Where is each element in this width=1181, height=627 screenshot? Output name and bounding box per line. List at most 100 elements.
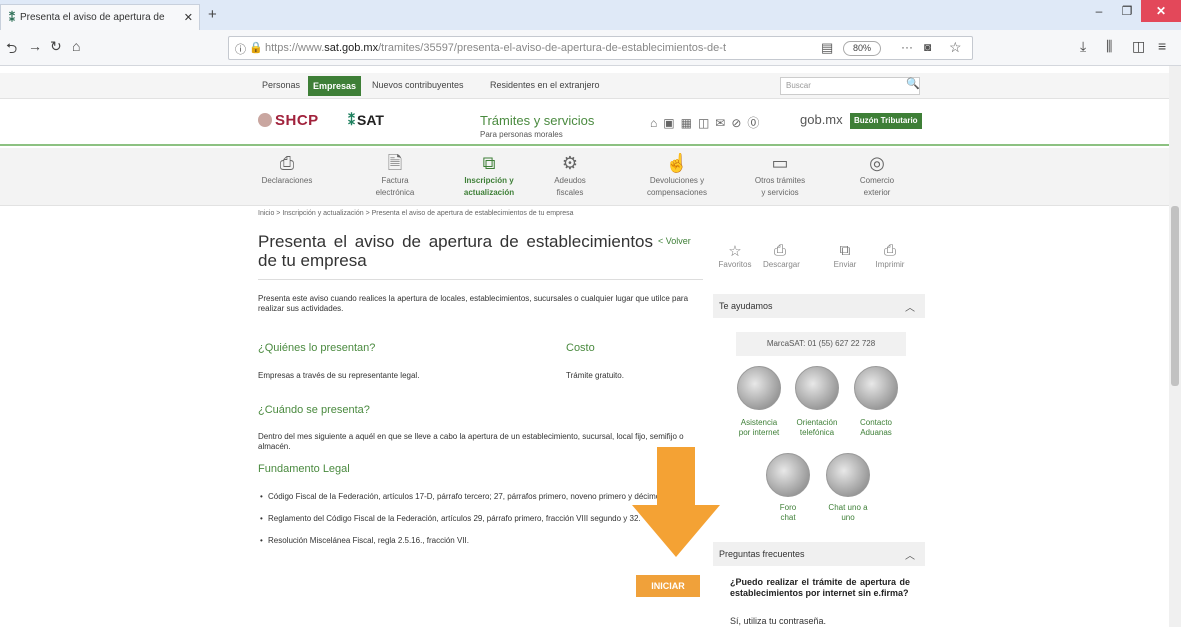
site-top-nav: Personas Empresas Nuevos contribuyentes … — [0, 73, 1181, 99]
new-tab-icon[interactable]: + — [208, 6, 217, 23]
forward-icon[interactable]: → — [28, 38, 42, 54]
star-icon: ☆ — [728, 243, 742, 260]
foro-chat-icon[interactable] — [766, 453, 810, 497]
costo-heading: Costo — [566, 342, 595, 354]
search-input[interactable]: Buscar — [780, 77, 920, 95]
browser-toolbar: ⮌ → ↻ ⌂ ⓘ 🔒 https://www.sat.gob.mx/trami… — [0, 30, 1181, 66]
cat-declaraciones[interactable]: ⎙ Declaraciones — [247, 152, 327, 188]
quienes-text: Empresas a través de su representante le… — [258, 371, 420, 380]
settings-icon[interactable]: ⊘ — [731, 116, 747, 130]
adeudos-icon: ⚙ — [561, 153, 579, 173]
fundamento-heading: Fundamento Legal — [258, 463, 350, 475]
page-title: Presenta el aviso de apertura de estable… — [258, 232, 653, 270]
portal-icon[interactable]: ▣ — [663, 116, 680, 130]
faq-question[interactable]: ¿Puedo realizar el trámite de apertura d… — [730, 577, 910, 599]
foro-chat-link[interactable]: Foro chat — [758, 503, 818, 523]
search-icon[interactable]: 🔍 — [906, 77, 920, 90]
menu-icon[interactable]: ≡ — [1158, 38, 1166, 54]
send-icon: ⧉ — [839, 242, 851, 259]
pocket-icon[interactable]: ◙ — [924, 40, 931, 54]
library-icon[interactable]: ⫼ — [1106, 38, 1112, 55]
comercio-icon: ◎ — [869, 153, 885, 173]
zoom-badge[interactable]: 80% — [843, 41, 881, 56]
chat-uno-a-uno-icon[interactable] — [826, 453, 870, 497]
window-controls: – ❐ ✕ — [1085, 0, 1181, 22]
descargar-action[interactable]: ⎙ Descargar — [763, 242, 800, 269]
mail-icon[interactable]: ✉ — [715, 116, 731, 130]
chat-uno-a-uno-link[interactable]: Chat uno a uno — [818, 503, 878, 523]
scrollbar-thumb[interactable] — [1171, 206, 1179, 386]
arrow-down-icon — [632, 447, 720, 557]
reload-icon[interactable]: ↻ — [50, 38, 62, 55]
asistencia-internet-link[interactable]: Asistencia por internet — [729, 418, 789, 438]
title-divider — [258, 279, 703, 280]
header-icons[interactable]: ⌂▣▦◫✉⊘⓪ — [650, 114, 765, 131]
contacto-aduanas-icon[interactable] — [854, 366, 898, 410]
lock-icon: 🔒 — [249, 42, 263, 54]
cat-devoluciones[interactable]: ☝ Devoluciones y compensaciones — [637, 152, 717, 198]
iniciar-button[interactable]: INICIAR — [636, 575, 700, 597]
back-icon[interactable]: ⮌ — [6, 38, 17, 62]
chevron-up-icon[interactable]: ︿ — [905, 547, 915, 562]
site-header: SHCP ⁑ SAT Trámites y servicios Para pers… — [0, 100, 1181, 146]
quienes-heading: ¿Quiénes lo presentan? — [258, 342, 376, 354]
more-icon[interactable]: ··· — [901, 40, 913, 54]
category-nav: ⎙ Declaraciones 🗎 Factura electrónica ⧉ … — [0, 148, 1181, 206]
declaraciones-icon: ⎙ — [279, 153, 295, 173]
sat-favicon-icon: ⁑ — [9, 10, 15, 25]
imprimir-action[interactable]: ⎙ Imprimir — [873, 242, 907, 269]
breadcrumb[interactable]: Inicio > Inscripción y actualización > P… — [258, 210, 574, 217]
cat-inscripcion-actualizacion[interactable]: ⧉ Inscripción y actualización — [449, 152, 529, 198]
maximize-icon[interactable]: ❐ — [1113, 0, 1141, 22]
browser-tab-bar: ⁑ Presenta el aviso de apertura de ✕ + –… — [0, 0, 1181, 30]
sat-dots-icon: ⁑ — [348, 112, 355, 128]
nav-personas[interactable]: Personas — [262, 80, 300, 90]
sidebar-icon[interactable]: ◫ — [1132, 38, 1145, 55]
cat-adeudos-fiscales[interactable]: ⚙ Adeudos fiscales — [530, 152, 610, 198]
contacto-aduanas-link[interactable]: Contacto Aduanas — [846, 418, 906, 438]
faq-answer: Sí, utiliza tu contraseña. — [730, 616, 827, 626]
browser-tab[interactable]: ⁑ Presenta el aviso de apertura de ✕ — [0, 4, 200, 30]
sat-logo[interactable]: ⁑ SAT — [348, 112, 384, 129]
asistencia-internet-icon[interactable] — [737, 366, 781, 410]
home-site-icon[interactable]: ⌂ — [650, 116, 663, 130]
close-window-icon[interactable]: ✕ — [1141, 0, 1181, 22]
address-bar[interactable]: ⓘ 🔒 https://www.sat.gob.mx/tramites/3559… — [228, 36, 973, 60]
reader-view-icon[interactable]: ▤ — [821, 40, 833, 56]
factura-icon: 🗎 — [387, 153, 403, 173]
book-icon[interactable]: ◫ — [698, 116, 715, 130]
preguntas-frecuentes-header[interactable]: Preguntas frecuentes ︿ — [713, 542, 925, 566]
cat-comercio-exterior[interactable]: ◎ Comercio exterior — [837, 152, 917, 198]
chevron-up-icon[interactable]: ︿ — [905, 299, 915, 314]
orientacion-telefonica-link[interactable]: Orientación telefónica — [787, 418, 847, 438]
minimize-icon[interactable]: – — [1085, 0, 1113, 22]
download-icon[interactable]: ⤓ — [1080, 38, 1086, 55]
cat-otros-tramites[interactable]: ▭ Otros trámites y servicios — [740, 152, 820, 198]
favoritos-action[interactable]: ☆ Favoritos — [718, 242, 752, 269]
url-text[interactable]: https://www.sat.gob.mx/tramites/35597/pr… — [265, 42, 825, 54]
calendar-icon[interactable]: ▦ — [681, 116, 698, 130]
orientacion-telefonica-icon[interactable] — [795, 366, 839, 410]
nav-nuevos-contribuyentes[interactable]: Nuevos contribuyentes — [372, 80, 464, 90]
intro-text: Presenta este aviso cuando realices la a… — [258, 294, 689, 313]
scrollbar[interactable] — [1169, 66, 1181, 627]
shcp-seal-icon — [258, 113, 272, 127]
enviar-action[interactable]: ⧉ Enviar — [828, 242, 862, 269]
help-icon[interactable]: ⓪ — [747, 116, 765, 130]
inscripcion-icon: ⧉ — [482, 153, 496, 173]
home-icon[interactable]: ⌂ — [72, 38, 80, 54]
volver-link[interactable]: < Volver — [658, 236, 691, 246]
close-tab-icon[interactable]: ✕ — [184, 11, 193, 24]
nav-residentes-extranjero[interactable]: Residentes en el extranjero — [490, 80, 600, 90]
tramites-subtitle: Para personas morales — [480, 130, 563, 139]
info-icon[interactable]: ⓘ — [235, 41, 246, 57]
cuando-heading: ¿Cuándo se presenta? — [258, 404, 370, 416]
nav-empresas[interactable]: Empresas — [308, 76, 362, 96]
shcp-logo[interactable]: SHCP — [258, 112, 319, 129]
te-ayudamos-header[interactable]: Te ayudamos ︿ — [713, 294, 925, 318]
cat-factura-electronica[interactable]: 🗎 Factura electrónica — [355, 152, 435, 198]
gobmx-link[interactable]: gob.mx — [800, 112, 843, 127]
costo-text: Trámite gratuito. — [566, 371, 624, 380]
bookmark-star-icon[interactable]: ☆ — [949, 39, 962, 56]
buzon-tributario-button[interactable]: Buzón Tributario — [850, 113, 922, 129]
